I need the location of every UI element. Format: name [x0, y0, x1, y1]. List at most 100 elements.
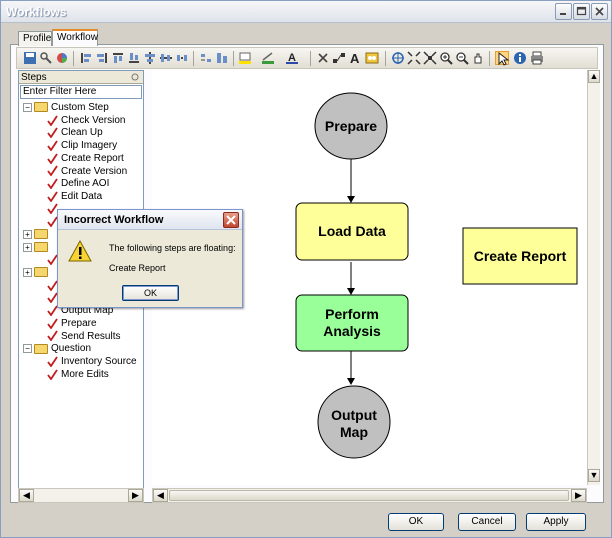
- canvas-scroll-left-button[interactable]: ◀: [153, 489, 168, 502]
- ok-button[interactable]: OK: [388, 513, 444, 531]
- scroll-down-button[interactable]: ▼: [588, 469, 600, 482]
- tree-item-step[interactable]: Inventory Source: [47, 355, 137, 368]
- canvas-vscrollbar[interactable]: ▲ ▼: [587, 70, 600, 485]
- zoom-in-icon[interactable]: [439, 51, 453, 65]
- checkmark-icon: [47, 191, 58, 202]
- line-color-icon[interactable]: [261, 51, 275, 65]
- incorrect-workflow-dialog: Incorrect Workflow The following steps a…: [57, 209, 243, 308]
- scroll-up-button[interactable]: ▲: [588, 70, 600, 83]
- dialog-title-bar: Incorrect Workflow: [58, 210, 242, 230]
- canvas-hscrollbar[interactable]: ◀ ▶: [152, 488, 587, 503]
- tools-icon[interactable]: [39, 51, 53, 65]
- canvas-scroll-right-button[interactable]: ▶: [571, 489, 586, 502]
- tree-item-step[interactable]: Clean Up: [47, 126, 103, 139]
- minimize-button[interactable]: [555, 3, 572, 20]
- tree-item-step[interactable]: Check Version: [47, 114, 125, 127]
- spacing-icon[interactable]: [199, 51, 213, 65]
- warning-icon: [68, 240, 92, 262]
- tree-group[interactable]: − Question: [23, 342, 91, 355]
- color-wheel-icon[interactable]: [55, 51, 69, 65]
- expand-icon[interactable]: +: [23, 242, 32, 252]
- pan-hand-icon[interactable]: [471, 51, 485, 65]
- align-right-icon[interactable]: [95, 51, 109, 65]
- pan-center-icon[interactable]: [391, 51, 405, 65]
- font-color-icon[interactable]: A: [285, 51, 299, 65]
- tree-group[interactable]: +: [23, 266, 51, 279]
- zoom-out-icon[interactable]: [455, 51, 469, 65]
- tree-group-label: Custom Step: [51, 102, 109, 113]
- text-tool-icon[interactable]: A: [348, 51, 362, 66]
- tree-item-step[interactable]: Create Version: [47, 165, 127, 178]
- fit-all-icon[interactable]: [407, 51, 421, 65]
- tree-item-label: Prepare: [61, 317, 97, 329]
- tree-item-step[interactable]: Create Report: [47, 152, 124, 165]
- checkmark-icon: [47, 140, 58, 151]
- scroll-thumb[interactable]: [169, 490, 569, 501]
- tree-item-step[interactable]: Define AOI: [47, 177, 109, 190]
- connector-icon[interactable]: [332, 51, 346, 65]
- filter-input[interactable]: Enter Filter Here: [20, 85, 142, 99]
- checkmark-icon: [47, 165, 58, 177]
- folder-icon: [34, 242, 48, 253]
- node-output-map-label-2: Map: [340, 424, 368, 440]
- scroll-right-button[interactable]: ▶: [128, 489, 143, 502]
- folder-icon: [34, 343, 48, 354]
- tab-profile[interactable]: Profile: [18, 31, 52, 46]
- maximize-button[interactable]: [573, 3, 590, 20]
- align-top-icon[interactable]: [111, 51, 125, 65]
- node-create-report-label: Create Report: [474, 248, 567, 264]
- print-icon[interactable]: [530, 51, 544, 65]
- checkmark-icon: [47, 178, 58, 190]
- resize-icon[interactable]: [215, 51, 229, 65]
- info-icon[interactable]: [513, 51, 527, 65]
- dialog-message: The following steps are floating:: [109, 243, 236, 253]
- steps-header: Steps: [19, 71, 143, 84]
- close-icon: [226, 215, 236, 225]
- close-icon: [595, 7, 604, 16]
- save-icon[interactable]: [23, 51, 37, 65]
- collapse-icon[interactable]: −: [23, 102, 32, 112]
- folder-icon: [34, 102, 48, 113]
- tree-item-label: Check Version: [61, 114, 126, 126]
- close-button[interactable]: [591, 3, 608, 20]
- select-pointer-icon[interactable]: [495, 51, 510, 66]
- align-left-icon[interactable]: [79, 51, 93, 65]
- tree-item-label: Create Report: [61, 152, 124, 164]
- workflows-window: Workflows Profile Workflow A A Steps Ent…: [0, 0, 612, 538]
- pin-icon[interactable]: [130, 72, 140, 86]
- tree-item-step[interactable]: Send Results: [47, 330, 120, 343]
- dialog-ok-button[interactable]: OK: [122, 285, 179, 301]
- delete-icon[interactable]: [316, 51, 330, 65]
- align-middle-icon[interactable]: [159, 51, 173, 65]
- cancel-button[interactable]: Cancel: [458, 513, 516, 531]
- tree-item-step[interactable]: Edit Data: [47, 190, 102, 203]
- tree-item-step[interactable]: Clip Imagery: [47, 139, 117, 152]
- tree-group-label: Question: [51, 343, 92, 355]
- expand-icon[interactable]: +: [23, 267, 32, 277]
- checkmark-icon: [47, 318, 58, 329]
- dialog-title: Incorrect Workflow: [64, 214, 164, 226]
- steps-hscrollbar[interactable]: ◀ ▶: [18, 488, 144, 503]
- tree-group[interactable]: +: [23, 241, 51, 254]
- find-icon[interactable]: [365, 51, 379, 65]
- expand-icon[interactable]: +: [23, 229, 32, 239]
- checkmark-icon: [47, 127, 58, 139]
- node-perform-analysis-label-1: Perform: [325, 306, 379, 322]
- align-center-icon[interactable]: [143, 51, 157, 65]
- tree-item-step[interactable]: More Edits: [47, 368, 109, 381]
- fill-color-icon[interactable]: [238, 51, 252, 65]
- fit-selection-icon[interactable]: [423, 51, 437, 65]
- tree-group[interactable]: − Custom Step: [23, 101, 109, 114]
- tree-group[interactable]: +: [23, 228, 51, 241]
- align-bottom-icon[interactable]: [127, 51, 141, 65]
- tree-item-step[interactable]: Prepare: [47, 317, 97, 330]
- tab-workflow[interactable]: Workflow: [52, 29, 98, 46]
- apply-button[interactable]: Apply: [526, 513, 586, 531]
- dialog-close-button[interactable]: [223, 212, 239, 228]
- collapse-icon[interactable]: −: [23, 344, 32, 354]
- checkmark-icon: [47, 330, 58, 342]
- toolbar: A A: [16, 47, 598, 69]
- distribute-icon[interactable]: [175, 51, 189, 65]
- tree-item-label: Create Version: [61, 165, 128, 177]
- scroll-left-button[interactable]: ◀: [19, 489, 34, 502]
